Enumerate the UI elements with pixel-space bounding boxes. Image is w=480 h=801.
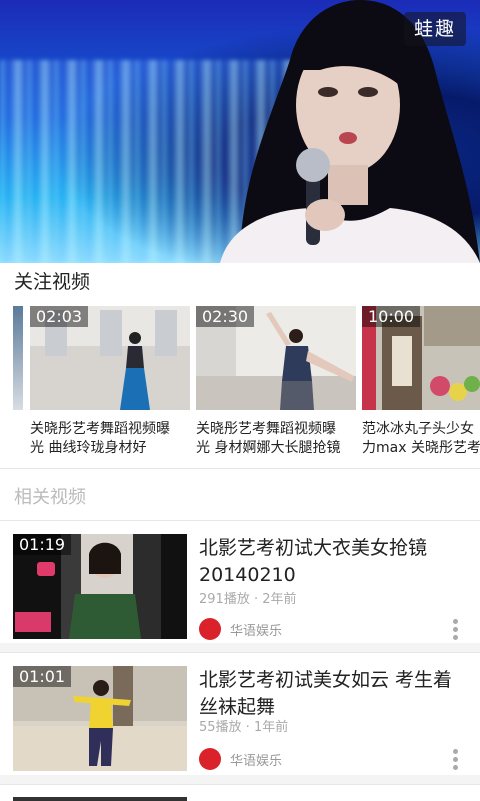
source-name: 华语娱乐	[230, 624, 283, 639]
video-thumbnail: 02:03	[30, 306, 190, 410]
follow-videos-section: 关注视频 02:03 关晓彤艺考舞蹈视频曝 光 曲线玲珑身材好 02:30 关晓…	[0, 263, 480, 468]
video-meta: 291播放 · 2年前	[199, 592, 297, 607]
video-caption-line: 光 曲线玲珑身材好	[30, 440, 147, 456]
source-name: 华语娱乐	[230, 754, 283, 769]
partial-card-thumbnail[interactable]	[13, 306, 23, 410]
duration-label: 01:19	[13, 534, 72, 555]
follow-card[interactable]: 02:03 关晓彤艺考舞蹈视频曝 光 曲线玲珑身材好	[30, 306, 190, 458]
video-caption-line: 光 身材婀娜大长腿抢镜	[196, 440, 341, 456]
section-title: 关注视频	[14, 271, 91, 293]
video-meta: 55播放 · 1年前	[199, 720, 289, 735]
source-avatar	[199, 748, 221, 770]
related-video-row[interactable]: 01:01 北影艺考初试美女如云 考生着丝袜起舞 55播放 · 1年前 华语娱乐	[0, 652, 480, 775]
section-title: 相关视频	[14, 487, 86, 508]
duration-label: 02:03	[30, 306, 89, 327]
video-caption-line: 关晓彤艺考舞蹈视频曝	[196, 421, 336, 437]
logo-badge: 蛙趣	[403, 12, 466, 46]
follow-card[interactable]: 10:00 范冰冰丸子头少女 力max 关晓彤艺考	[362, 306, 480, 458]
video-thumbnail: 01:01	[13, 666, 187, 771]
video-thumbnail: 02:30	[196, 306, 356, 410]
video-caption-line: 范冰冰丸子头少女	[362, 421, 474, 437]
video-caption-line: 关晓彤艺考舞蹈视频曝	[30, 421, 170, 437]
more-vertical-icon[interactable]	[453, 746, 458, 773]
related-videos-header: 相关视频	[0, 468, 480, 521]
related-video-row[interactable]: 01:19 北影艺考初试大衣美女抢镜20140210 291播放 · 2年前 华…	[0, 520, 480, 643]
hero-video-banner[interactable]: 蛙趣	[0, 0, 480, 263]
video-thumbnail	[13, 797, 187, 801]
video-caption-line: 力max 关晓彤艺考	[362, 440, 480, 456]
source-avatar	[199, 618, 221, 640]
follow-card[interactable]: 02:30 关晓彤艺考舞蹈视频曝 光 身材婀娜大长腿抢镜	[196, 306, 356, 458]
duration-label: 02:30	[196, 306, 255, 327]
video-title: 北影艺考初试大衣美女抢镜20140210	[199, 537, 428, 586]
video-thumbnail: 10:00	[362, 306, 480, 410]
video-thumbnail: 01:19	[13, 534, 187, 639]
related-video-row-partial[interactable]	[0, 784, 480, 801]
video-title: 北影艺考初试美女如云 考生着丝袜起舞	[199, 669, 453, 718]
duration-label: 01:01	[13, 666, 72, 687]
more-vertical-icon[interactable]	[453, 616, 458, 643]
duration-label: 10:00	[362, 306, 421, 327]
